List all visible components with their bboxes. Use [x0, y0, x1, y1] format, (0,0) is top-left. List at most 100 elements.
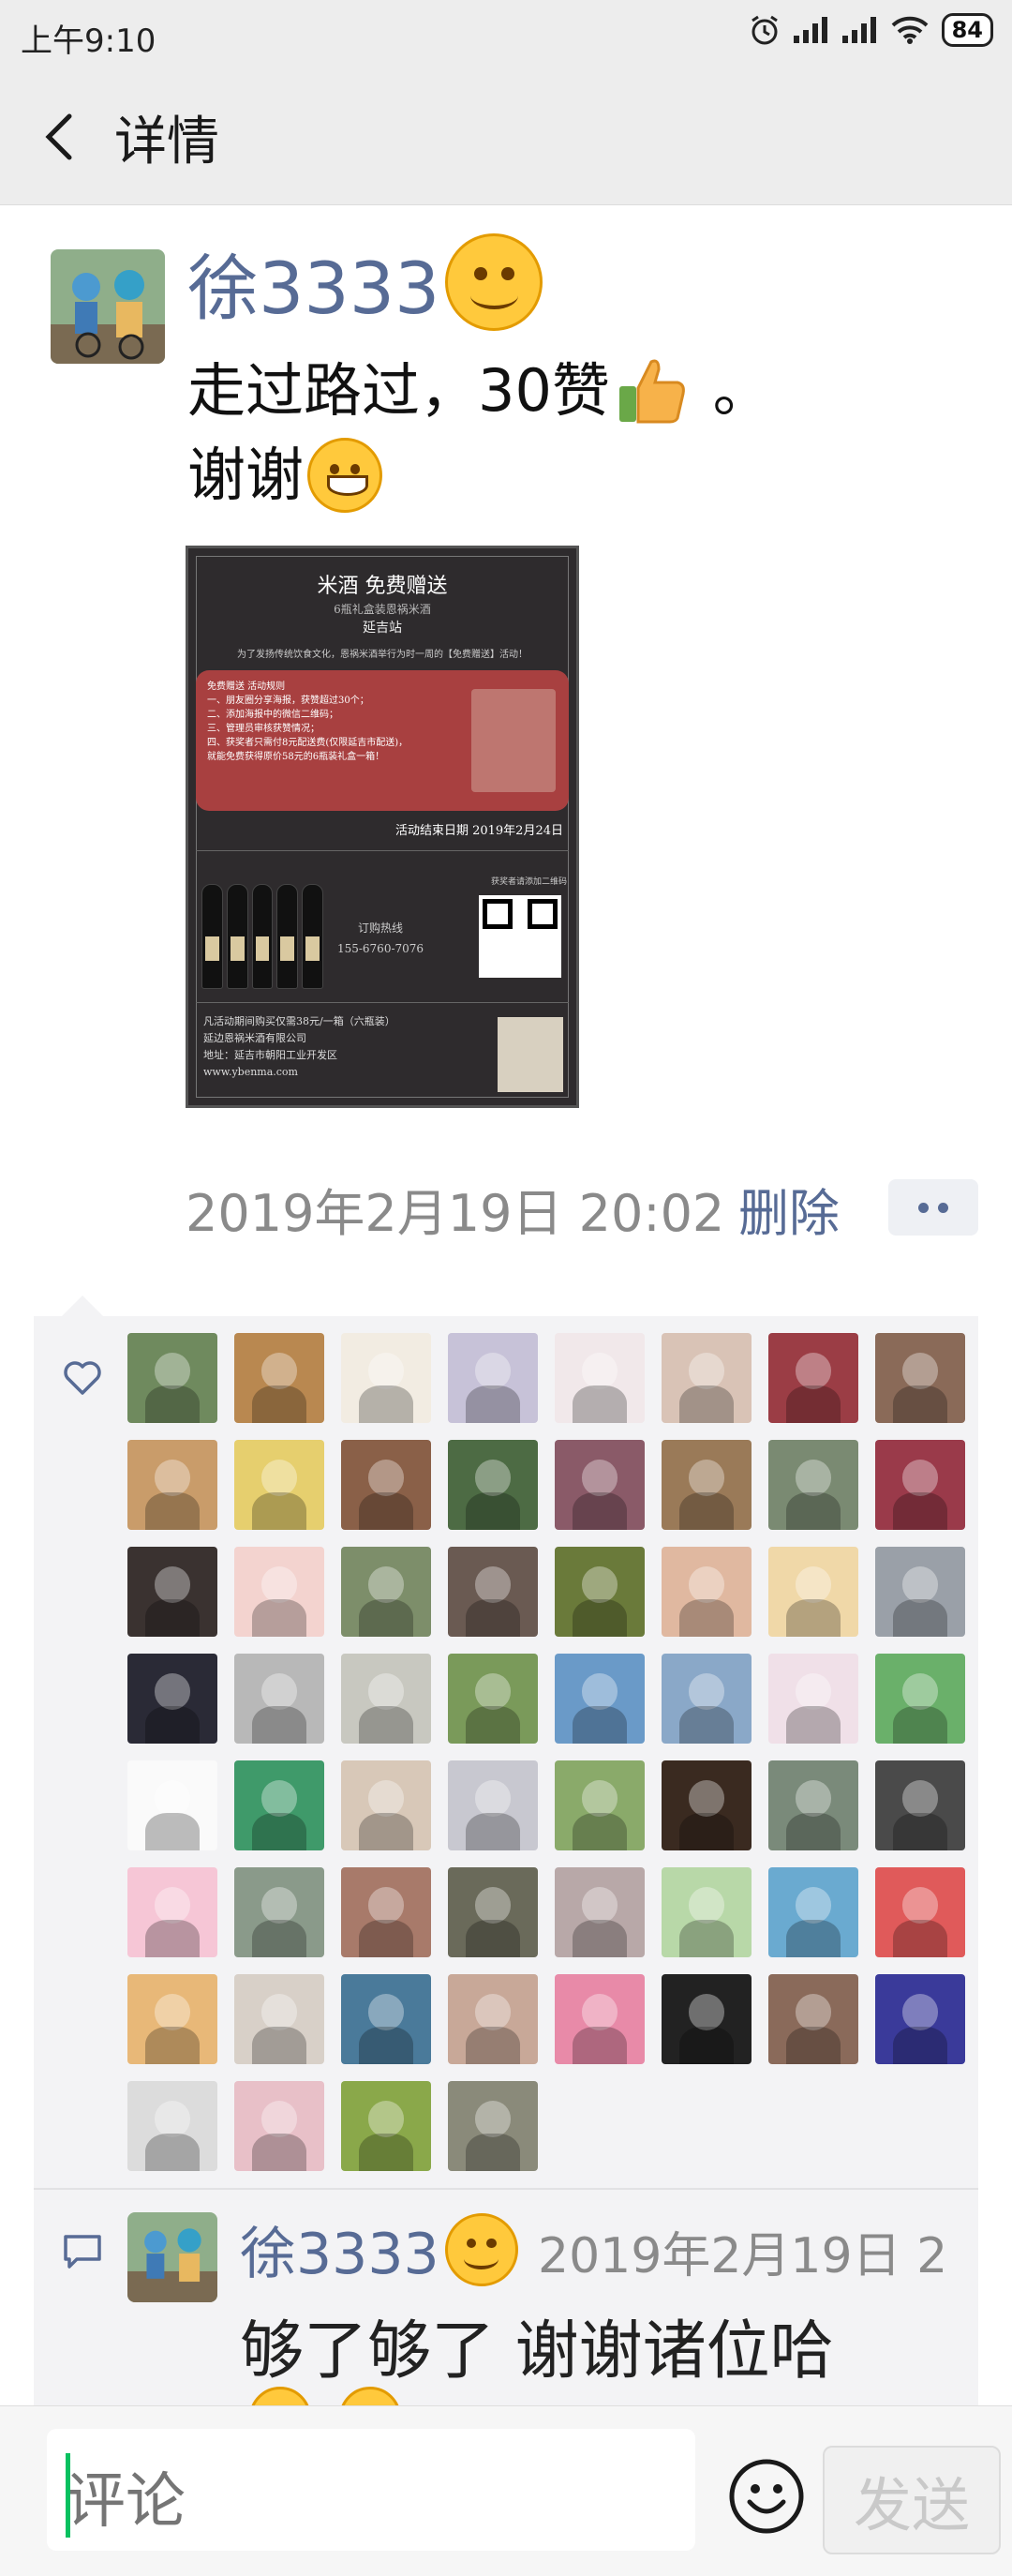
comment-icon: [64, 2235, 101, 2269]
emoji-icon[interactable]: [727, 2457, 806, 2536]
liker-avatar[interactable]: [555, 1333, 645, 1423]
liker-avatar[interactable]: [555, 1440, 645, 1530]
liker-avatar[interactable]: [127, 1440, 217, 1530]
signal-icon: [793, 17, 827, 43]
liker-avatar[interactable]: [768, 1974, 858, 2064]
avatar[interactable]: [127, 2212, 217, 2302]
liker-avatar[interactable]: [555, 1547, 645, 1637]
liker-avatar[interactable]: [127, 2081, 217, 2171]
liker-avatar[interactable]: [341, 1974, 431, 2064]
send-button[interactable]: 发送: [823, 2446, 1001, 2554]
poster-footer: 凡活动期间购买仅需38元/一箱（六瓶装） 延边恩祸米酒有限公司 地址：延吉市朝阳…: [203, 1013, 447, 1081]
liker-avatar[interactable]: [341, 1654, 431, 1744]
post-author[interactable]: 徐3333: [187, 231, 543, 334]
liker-avatar[interactable]: [341, 1547, 431, 1637]
gift-box-image: [498, 1017, 563, 1092]
liker-avatar[interactable]: [341, 1440, 431, 1530]
liker-avatar[interactable]: [448, 1867, 538, 1957]
comment-input-bar: 发送: [0, 2405, 1012, 2576]
liker-avatar[interactable]: [662, 1654, 752, 1744]
liker-avatar[interactable]: [662, 1760, 752, 1850]
liker-avatar[interactable]: [448, 1547, 538, 1637]
comment-author[interactable]: 徐3333: [240, 2209, 518, 2290]
liker-avatar[interactable]: [662, 1974, 752, 2064]
likes-panel: [34, 1295, 978, 2188]
poster-footer-line: 凡活动期间购买仅需38元/一箱（六瓶装）: [203, 1015, 395, 1027]
smile-emoji-icon: [444, 2212, 518, 2286]
grin-emoji-icon: [307, 438, 383, 513]
liker-avatar[interactable]: [448, 1333, 538, 1423]
liker-avatar[interactable]: [662, 1440, 752, 1530]
gift-box-image: [471, 689, 556, 792]
liker-avatar[interactable]: [448, 2081, 538, 2171]
liker-avatar[interactable]: [875, 1333, 965, 1423]
status-bar: 上午9:10 84: [0, 0, 1012, 67]
post-text: 走过路过，30赞 。 谢谢: [187, 349, 771, 517]
liker-avatar[interactable]: [875, 1760, 965, 1850]
post-image[interactable]: 米酒 免费赠送 6瓶礼盒装恩祸米酒 延吉站 为了发扬传统饮食文化，恩祸米酒举行为…: [186, 546, 579, 1108]
post-author-name[interactable]: 徐3333: [187, 231, 439, 334]
poster-intro: 为了发扬传统饮食文化，恩祸米酒举行为时一周的【免费赠送】活动！: [237, 650, 528, 660]
liker-avatar[interactable]: [662, 1333, 752, 1423]
liker-avatar[interactable]: [448, 1654, 538, 1744]
more-button[interactable]: [888, 1179, 978, 1236]
liker-avatar[interactable]: [127, 1333, 217, 1423]
liker-avatar[interactable]: [234, 1547, 324, 1637]
delete-button[interactable]: 删除: [738, 1172, 840, 1246]
liker-avatar[interactable]: [341, 1760, 431, 1850]
liker-avatar[interactable]: [768, 1440, 858, 1530]
liker-avatar[interactable]: [875, 1974, 965, 2064]
post-timestamp: 2019年2月19日 20:02: [186, 1184, 725, 1243]
liker-avatar[interactable]: [127, 1760, 217, 1850]
liker-avatar[interactable]: [875, 1867, 965, 1957]
liker-avatar[interactable]: [768, 1760, 858, 1850]
comment-text: 够了够了 谢谢诸位哈: [240, 2314, 834, 2389]
liker-avatar[interactable]: [875, 1440, 965, 1530]
liker-avatar[interactable]: [234, 1867, 324, 1957]
liker-avatar[interactable]: [234, 1760, 324, 1850]
liker-avatar[interactable]: [555, 1974, 645, 2064]
post-text-line: 谢谢: [187, 433, 771, 517]
comment-item[interactable]: 徐3333 2019年2月19日 2 够了够了 谢谢诸位哈: [34, 2190, 978, 2449]
liker-avatar[interactable]: [448, 1974, 538, 2064]
liker-avatar[interactable]: [662, 1547, 752, 1637]
liker-avatar[interactable]: [127, 1547, 217, 1637]
liker-avatar[interactable]: [875, 1654, 965, 1744]
liker-avatar[interactable]: [234, 1333, 324, 1423]
liker-avatar[interactable]: [127, 1654, 217, 1744]
smile-emoji-icon: [445, 233, 543, 331]
liker-avatar[interactable]: [127, 1867, 217, 1957]
liker-avatar[interactable]: [768, 1333, 858, 1423]
signal-icon: [841, 17, 876, 43]
liker-avatar[interactable]: [555, 1760, 645, 1850]
liker-avatar[interactable]: [448, 1760, 538, 1850]
post-text-line1-end: 。: [693, 356, 771, 425]
liker-avatar[interactable]: [768, 1654, 858, 1744]
status-icons: 84: [749, 13, 993, 47]
liker-avatar[interactable]: [127, 1974, 217, 2064]
liker-avatar[interactable]: [555, 1867, 645, 1957]
poster-end-date: 活动结束日期 2019年2月24日: [394, 824, 563, 838]
status-time: 上午9:10: [21, 22, 156, 60]
poster-footer-line: www.ybenma.com: [203, 1066, 298, 1078]
liker-avatar[interactable]: [234, 1440, 324, 1530]
page-title: 详情: [114, 112, 219, 172]
liker-avatar[interactable]: [875, 1547, 965, 1637]
poster-rules: 免费赠送 活动规则 一、朋友圈分享海报，获赞超过30个； 二、添加海报中的微信二…: [196, 670, 569, 811]
liker-avatar[interactable]: [234, 2081, 324, 2171]
back-arrow-icon[interactable]: [34, 109, 90, 165]
liker-avatar[interactable]: [341, 1333, 431, 1423]
liker-avatar[interactable]: [341, 2081, 431, 2171]
liker-avatar[interactable]: [768, 1547, 858, 1637]
avatar[interactable]: [51, 249, 165, 364]
liker-avatar[interactable]: [662, 1867, 752, 1957]
more-icon: [918, 1202, 929, 1213]
liker-avatar[interactable]: [555, 1654, 645, 1744]
liker-avatar[interactable]: [448, 1440, 538, 1530]
liker-avatar[interactable]: [234, 1974, 324, 2064]
comment-author-name[interactable]: 徐3333: [240, 2209, 439, 2290]
comment-input[interactable]: [47, 2429, 695, 2551]
liker-avatar[interactable]: [234, 1654, 324, 1744]
liker-avatar[interactable]: [768, 1867, 858, 1957]
liker-avatar[interactable]: [341, 1867, 431, 1957]
